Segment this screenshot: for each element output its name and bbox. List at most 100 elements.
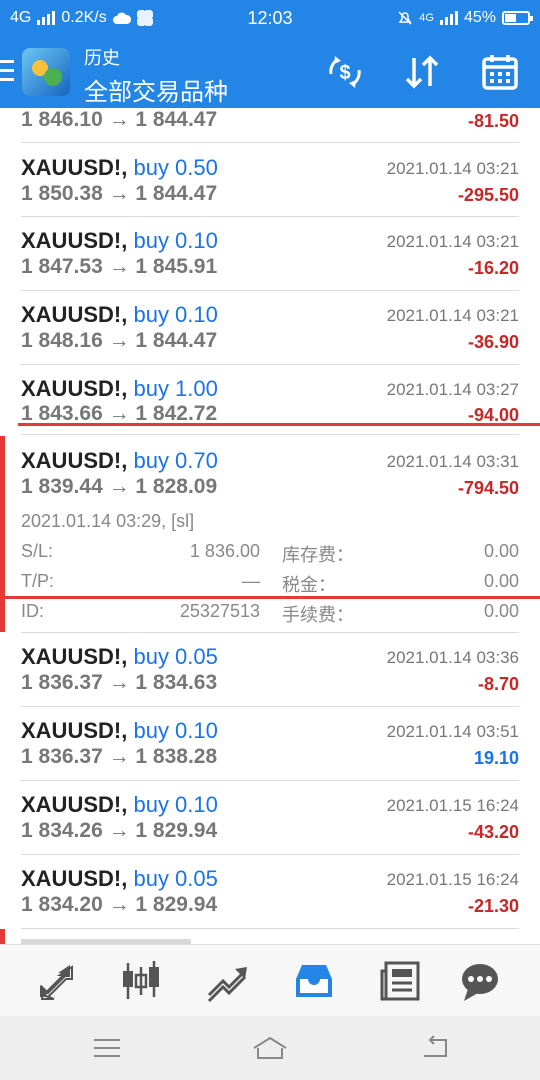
profit-value: -16.20 bbox=[467, 258, 519, 278]
list-item-expanded[interactable]: XAUUSD!, buy 0.70 2021.01.14 03:31 1 839… bbox=[0, 438, 540, 632]
quotes-icon[interactable] bbox=[34, 959, 78, 1003]
symbol-label: XAUUSD!, buy 0.05 bbox=[21, 644, 218, 669]
highlight-line-bottom bbox=[0, 596, 540, 599]
list-item[interactable]: XAUUSD!, buy 0.10 2021.01.15 16:24 1 834… bbox=[0, 781, 540, 854]
list-item[interactable]: XAUUSD!, buy 0.10 2021.01.14 03:21 1 848… bbox=[0, 291, 540, 364]
date-label: 2021.01.14 03:51 bbox=[386, 722, 519, 741]
highlight-line-top bbox=[18, 423, 540, 426]
battery-label: 45% bbox=[463, 9, 496, 26]
side-label: buy 0.10 bbox=[133, 302, 218, 327]
symbol-label: XAUUSD!, buy 0.05 bbox=[21, 866, 218, 891]
fee-value: 0.00 bbox=[483, 601, 519, 621]
sl-value: 1 836.00 bbox=[189, 541, 260, 561]
list-item[interactable]: XAUUSD!, buy 1.00 2021.01.14 03:27 1 843… bbox=[0, 365, 540, 429]
symbol-label: XAUUSD!, buy 0.10 bbox=[21, 228, 218, 253]
profit-value: -36.90 bbox=[467, 332, 519, 352]
price-range: 1 848.16 → 1 844.47 bbox=[21, 329, 218, 352]
fee-label: 手续费： bbox=[282, 605, 354, 625]
date-label: 2021.01.14 03:31 bbox=[386, 452, 519, 471]
app-logo[interactable] bbox=[22, 48, 70, 96]
list-item[interactable]: 1 846.10 → 1 844.47 -81.50 bbox=[0, 108, 540, 142]
status-right: 4G 45% bbox=[397, 9, 533, 27]
list-item[interactable]: XAUUSD!, buy 0.50 2021.01.14 03:21 1 850… bbox=[0, 143, 540, 216]
symbol-label: XAUUSD!, buy 0.50 bbox=[21, 155, 218, 180]
profit-value: -295.50 bbox=[457, 185, 519, 205]
tp-label: T/P: bbox=[21, 571, 55, 591]
profit-value: -21.30 bbox=[467, 896, 519, 916]
svg-text:$: $ bbox=[339, 62, 350, 84]
calendar-icon[interactable] bbox=[480, 52, 520, 92]
home-icon[interactable] bbox=[252, 1034, 288, 1062]
side-label: buy 0.05 bbox=[133, 644, 218, 669]
id-value: 25327513 bbox=[179, 601, 260, 621]
price-range: 1 839.44 → 1 828.09 bbox=[21, 475, 218, 498]
swap-value: 0.00 bbox=[483, 541, 519, 561]
battery-icon bbox=[502, 11, 533, 25]
side-label: buy 0.10 bbox=[133, 718, 218, 743]
divider bbox=[21, 434, 519, 435]
price-range: 1 847.53 → 1 845.91 bbox=[21, 255, 218, 278]
date-label: 2021.01.14 03:36 bbox=[386, 648, 519, 667]
sl-label: S/L: bbox=[21, 541, 54, 561]
profit-value: -43.20 bbox=[467, 822, 519, 842]
profit-value: -8.70 bbox=[477, 674, 519, 694]
tax-label: 税金： bbox=[282, 575, 336, 595]
status-bar: 4G 0.2K/s 12:03 4G 45% bbox=[0, 0, 540, 36]
date-label: 2021.01.14 03:27 bbox=[386, 380, 519, 399]
currency-exchange-icon[interactable]: $ bbox=[325, 52, 365, 92]
symbol-label: XAUUSD!, buy 1.00 bbox=[21, 376, 218, 401]
date-label: 2021.01.15 16:24 bbox=[386, 870, 519, 889]
tax-value: 0.00 bbox=[483, 571, 519, 591]
price-range: 1 834.26 → 1 829.94 bbox=[21, 819, 218, 842]
list-item-partial[interactable] bbox=[0, 929, 540, 944]
date-label: 2021.01.15 16:24 bbox=[386, 796, 519, 815]
list-item[interactable]: XAUUSD!, buy 0.05 2021.01.15 16:24 1 834… bbox=[0, 855, 540, 928]
list-item[interactable]: XAUUSD!, buy 0.05 2021.01.14 03:36 1 836… bbox=[0, 633, 540, 706]
sort-icon[interactable] bbox=[402, 52, 442, 92]
symbol-label: XAUUSD!, buy 0.10 bbox=[21, 718, 218, 743]
symbol-label: XAUUSD!, buy 0.70 bbox=[21, 448, 218, 473]
list-item[interactable]: XAUUSD!, buy 0.10 2021.01.14 03:51 1 836… bbox=[0, 707, 540, 780]
side-label: buy 0.10 bbox=[133, 228, 218, 253]
side-label: buy 0.70 bbox=[133, 448, 218, 473]
system-nav-bar bbox=[0, 1016, 540, 1080]
news-icon[interactable] bbox=[378, 959, 422, 1003]
chat-icon[interactable] bbox=[458, 959, 502, 1003]
date-label: 2021.01.14 03:21 bbox=[386, 159, 519, 178]
menu-icon[interactable] bbox=[0, 60, 14, 82]
app-bar: 历史 全部交易品种 $ bbox=[0, 36, 540, 108]
recents-icon[interactable] bbox=[92, 1034, 122, 1062]
price-range: 1 846.10 → 1 844.47 bbox=[21, 108, 218, 131]
side-label: buy 0.05 bbox=[133, 866, 218, 891]
bottom-nav bbox=[0, 944, 540, 1016]
profit-value: -81.50 bbox=[467, 111, 519, 131]
network2-label: 4G bbox=[419, 12, 434, 24]
back-icon[interactable] bbox=[420, 1034, 450, 1062]
trade-icon[interactable] bbox=[205, 959, 249, 1003]
page-title[interactable]: 全部交易品种 bbox=[84, 72, 228, 107]
price-range: 1 834.20 → 1 829.94 bbox=[21, 893, 218, 916]
id-label: ID: bbox=[21, 601, 45, 621]
list-item[interactable]: XAUUSD!, buy 0.10 2021.01.14 03:21 1 847… bbox=[0, 217, 540, 290]
symbol-label: XAUUSD!, buy 0.10 bbox=[21, 792, 218, 817]
side-label: buy 0.10 bbox=[133, 792, 218, 817]
history-list[interactable]: 1 846.10 → 1 844.47 -81.50 XAUUSD!, buy … bbox=[0, 108, 540, 944]
tp-value: — bbox=[242, 571, 260, 591]
swap-label: 库存费： bbox=[282, 545, 354, 565]
page-subtitle: 历史 bbox=[84, 48, 120, 68]
symbol-label: XAUUSD!, buy 0.10 bbox=[21, 302, 218, 327]
mute-bell-icon bbox=[398, 11, 412, 25]
close-info: 2021.01.14 03:29, [sl] bbox=[21, 511, 195, 531]
side-label: buy 1.00 bbox=[133, 376, 218, 401]
profit-value: -794.50 bbox=[457, 478, 519, 498]
side-label: buy 0.50 bbox=[133, 155, 218, 180]
date-label: 2021.01.14 03:21 bbox=[386, 232, 519, 251]
profit-value: 19.10 bbox=[473, 748, 519, 768]
price-range: 1 850.38 → 1 844.47 bbox=[21, 182, 218, 205]
price-range: 1 836.37 → 1 838.28 bbox=[21, 745, 218, 768]
date-label: 2021.01.14 03:21 bbox=[386, 306, 519, 325]
signal2-icon bbox=[439, 11, 458, 25]
chart-icon[interactable] bbox=[119, 959, 163, 1003]
history-icon[interactable] bbox=[292, 959, 336, 1003]
price-range: 1 836.37 → 1 834.63 bbox=[21, 671, 218, 694]
